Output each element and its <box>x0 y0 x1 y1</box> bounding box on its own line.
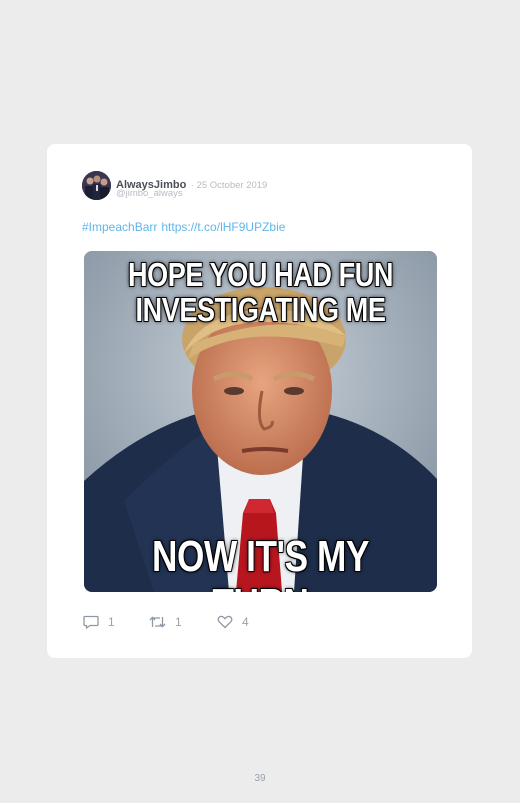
meme-caption-top-line2: INVESTIGATING ME <box>135 291 386 328</box>
meme-caption-bottom: NOW IT'S MY TURN <box>151 532 370 593</box>
tweet-actions: 1 1 4 <box>83 614 452 630</box>
tweet-media-image[interactable]: HOPE YOU HAD FUN INVESTIGATING ME NOW IT… <box>84 251 437 592</box>
reply-button[interactable]: 1 <box>83 614 115 630</box>
meme-caption-top-line1: HOPE YOU HAD FUN <box>127 256 394 293</box>
tweet-date: · 25 October 2019 <box>190 180 268 191</box>
avatar[interactable] <box>82 171 111 200</box>
retweet-icon <box>149 615 166 629</box>
like-button[interactable]: 4 <box>217 614 249 630</box>
retweet-button[interactable]: 1 <box>149 614 182 630</box>
hashtag-link[interactable]: #ImpeachBarr <box>82 220 157 234</box>
reply-count: 1 <box>108 615 115 629</box>
tweet-header: AlwaysJimbo · 25 October 2019 @jimbo_alw… <box>82 171 452 205</box>
heart-icon <box>217 615 233 629</box>
meme-caption-top: HOPE YOU HAD FUN INVESTIGATING ME <box>116 257 405 327</box>
tweet-text: #ImpeachBarr https://t.co/lHF9UPZbie <box>82 220 289 234</box>
url-link[interactable]: https://t.co/lHF9UPZbie <box>161 220 285 234</box>
page-number: 39 <box>254 773 266 784</box>
retweet-count: 1 <box>175 615 182 629</box>
tweet-card: AlwaysJimbo · 25 October 2019 @jimbo_alw… <box>47 144 472 658</box>
user-handle[interactable]: @jimbo_always <box>116 188 183 199</box>
like-count: 4 <box>242 615 249 629</box>
reply-icon <box>83 615 99 629</box>
